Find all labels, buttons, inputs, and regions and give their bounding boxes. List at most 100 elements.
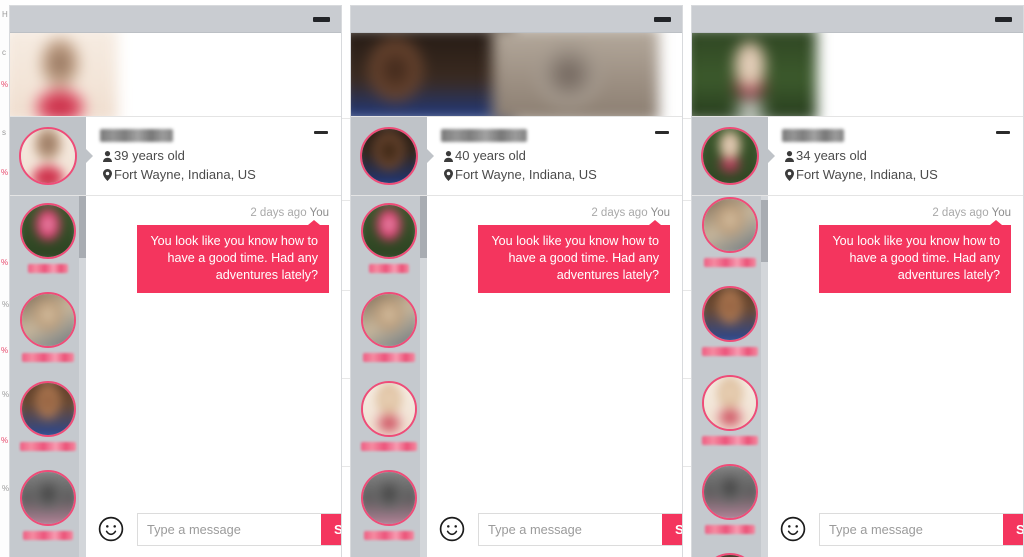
message-thread: 2 days ago You You look like you know how… — [427, 196, 682, 557]
cover-photo — [492, 33, 659, 116]
profile-minimize-icon[interactable] — [655, 131, 669, 134]
message-thread: 2 days ago You You look like you know how… — [86, 196, 341, 557]
send-button[interactable]: Send — [1003, 513, 1023, 545]
contact-item[interactable] — [351, 463, 427, 552]
contact-name — [705, 525, 755, 534]
contacts-sidebar[interactable] — [10, 196, 86, 557]
contact-item[interactable] — [692, 196, 768, 279]
contacts-sidebar[interactable] — [692, 196, 768, 557]
minimize-icon[interactable] — [313, 16, 330, 22]
message-bubble: You look like you know how to have a goo… — [478, 220, 670, 293]
message-list: 2 days ago You You look like you know how… — [768, 196, 1023, 501]
contact-item[interactable] — [692, 279, 768, 368]
message-input[interactable] — [820, 513, 1003, 545]
sidebar-scrollbar-track[interactable] — [761, 196, 768, 557]
window-title-bar — [351, 6, 682, 33]
contact-item[interactable] — [10, 374, 86, 463]
message-bubble: You look like you know how to have a goo… — [819, 220, 1011, 293]
cover-empty — [808, 33, 1023, 116]
smiley-icon[interactable] — [437, 514, 467, 544]
minimize-icon[interactable] — [654, 16, 671, 22]
profile-minimize-icon[interactable] — [314, 131, 328, 134]
contact-avatar — [361, 470, 417, 526]
profile-age: 34 years old — [796, 148, 867, 163]
cover-photo-strip — [351, 33, 682, 117]
contacts-sidebar[interactable] — [351, 196, 427, 557]
contact-avatar — [20, 381, 76, 437]
send-button[interactable]: Send — [321, 513, 341, 545]
sidebar-scrollbar-track[interactable] — [420, 196, 427, 557]
message-sender: You — [309, 207, 329, 219]
contact-name — [364, 531, 414, 540]
contact-name — [704, 258, 756, 267]
contact-item[interactable] — [10, 463, 86, 552]
message-input-shell: Send — [819, 512, 1023, 546]
contact-avatar — [361, 381, 417, 437]
message-input[interactable] — [479, 513, 662, 545]
profile-header: 40 years old Fort Wayne, Indiana, US — [351, 117, 682, 196]
message-input[interactable] — [138, 513, 321, 545]
chat-window: 34 years old Fort Wayne, Indiana, US 2 d… — [692, 6, 1023, 557]
message-list: 2 days ago You You look like you know how… — [86, 196, 341, 501]
profile-avatar-cell[interactable] — [692, 117, 775, 195]
background-sliver: H c % s % % % % % % % — [0, 0, 10, 557]
profile-name — [782, 129, 844, 142]
contact-item[interactable] — [351, 285, 427, 374]
profile-info: 39 years old Fort Wayne, Indiana, US — [86, 117, 341, 195]
contact-name — [361, 442, 417, 451]
smiley-icon[interactable] — [96, 514, 126, 544]
contact-item[interactable] — [10, 552, 86, 557]
message-meta: 2 days ago You — [98, 206, 329, 220]
profile-header: 39 years old Fort Wayne, Indiana, US — [10, 117, 341, 196]
sidebar-scrollbar-thumb[interactable] — [420, 196, 427, 258]
profile-location-row: Fort Wayne, Indiana, US — [782, 166, 1013, 184]
profile-minimize-icon[interactable] — [996, 131, 1010, 134]
message-input-shell: Send — [478, 512, 682, 546]
contact-avatar — [702, 464, 758, 520]
sidebar-scrollbar-thumb[interactable] — [761, 200, 768, 262]
smiley-icon[interactable] — [778, 514, 808, 544]
contact-name — [23, 531, 73, 540]
chat-body: 2 days ago You You look like you know how… — [692, 196, 1023, 557]
profile-location: Fort Wayne, Indiana, US — [796, 167, 938, 182]
profile-avatar-cell[interactable] — [10, 117, 93, 195]
profile-header: 34 years old Fort Wayne, Indiana, US — [692, 117, 1023, 196]
sidebar-scrollbar-track[interactable] — [79, 196, 86, 557]
profile-location-row: Fort Wayne, Indiana, US — [100, 166, 331, 184]
window-title-bar — [10, 6, 341, 33]
contact-name — [22, 353, 74, 362]
contact-item[interactable] — [692, 368, 768, 457]
contact-item[interactable] — [692, 457, 768, 546]
contact-name — [363, 353, 415, 362]
message-meta: 2 days ago You — [439, 206, 670, 220]
avatar — [701, 127, 759, 185]
cover-photo — [351, 33, 515, 116]
profile-avatar-cell[interactable] — [351, 117, 434, 195]
sidebar-scrollbar-thumb[interactable] — [79, 196, 86, 258]
message-sender: You — [650, 207, 670, 219]
chat-body: 2 days ago You You look like you know how… — [10, 196, 341, 557]
contact-item[interactable] — [10, 196, 86, 285]
person-icon — [782, 150, 796, 162]
cover-photo-strip — [692, 33, 1023, 117]
minimize-icon[interactable] — [995, 16, 1012, 22]
contact-name — [20, 442, 76, 451]
send-button[interactable]: Send — [662, 513, 682, 545]
contact-avatar — [702, 286, 758, 342]
message-list: 2 days ago You You look like you know how… — [427, 196, 682, 501]
contact-item[interactable] — [351, 374, 427, 463]
message-composer: Send — [768, 501, 1023, 557]
chat-body: 2 days ago You You look like you know how… — [351, 196, 682, 557]
contact-item[interactable] — [10, 285, 86, 374]
contact-name — [702, 347, 758, 356]
profile-age: 40 years old — [455, 148, 526, 163]
message-composer: Send — [86, 501, 341, 557]
contact-item[interactable] — [351, 196, 427, 285]
location-pin-icon — [441, 169, 455, 181]
contact-item[interactable] — [351, 552, 427, 557]
profile-location: Fort Wayne, Indiana, US — [114, 167, 256, 182]
contact-avatar — [702, 375, 758, 431]
contact-item[interactable] — [692, 546, 768, 557]
chat-window: 39 years old Fort Wayne, Indiana, US 2 d… — [10, 6, 341, 557]
message-timestamp: 2 days ago — [932, 207, 989, 219]
